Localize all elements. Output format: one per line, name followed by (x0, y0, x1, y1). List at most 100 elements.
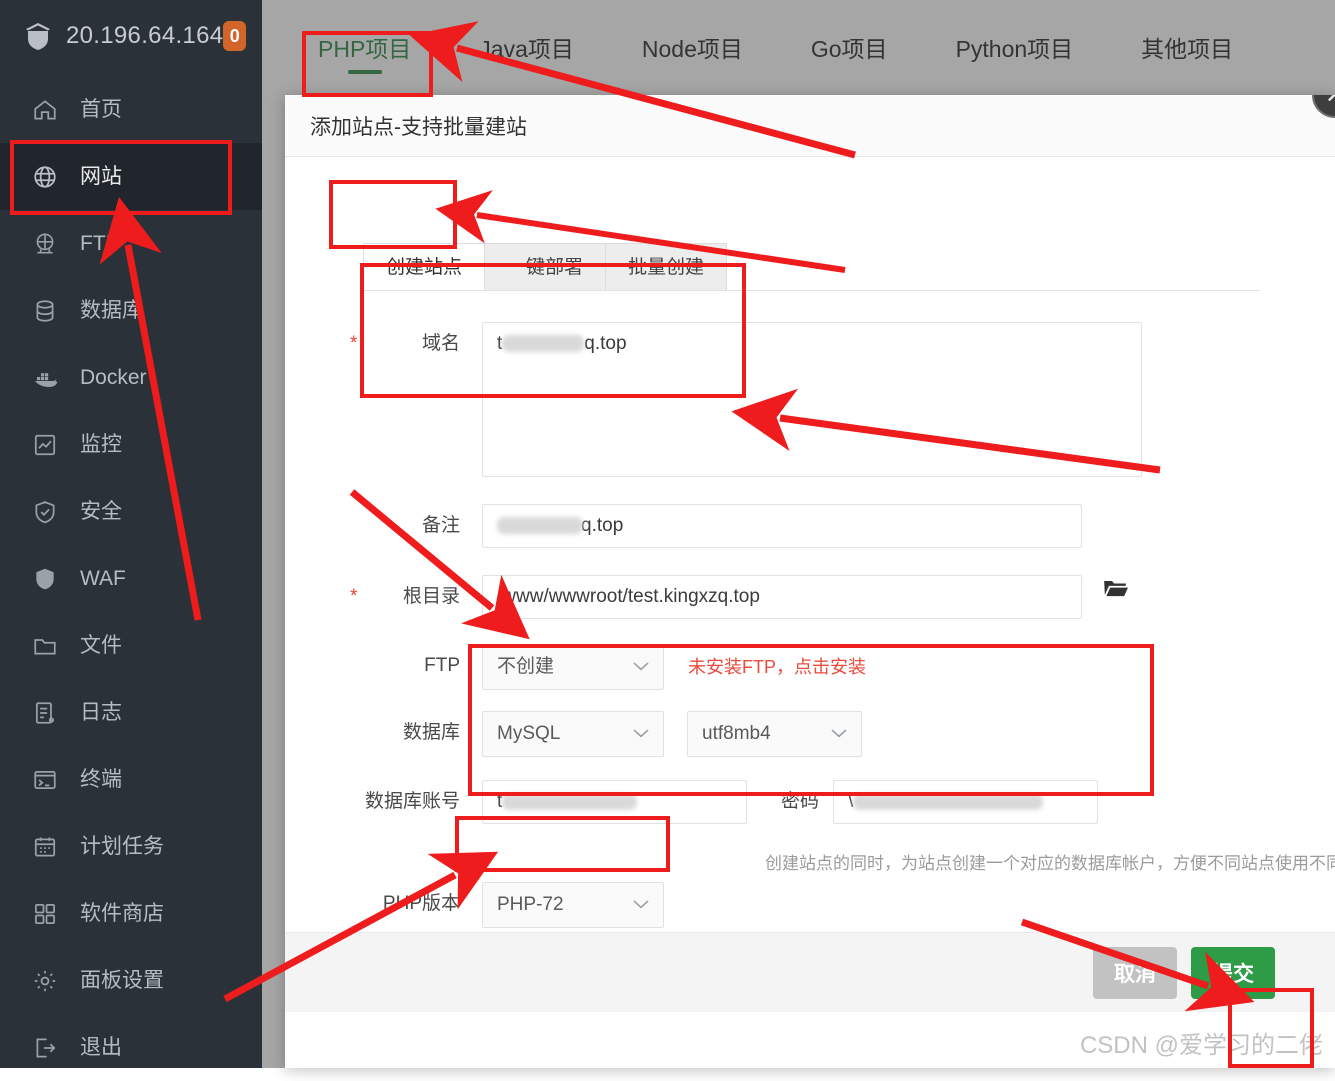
database-charset-select[interactable]: utf8mb4 (687, 711, 862, 757)
sidebar: 20.196.64.164 0 首页 网站 FTP 数据库 Docker 监控 … (0, 0, 262, 1068)
remark-input[interactable]: q.top (482, 504, 1082, 548)
chevron-down-icon (632, 883, 650, 927)
sidebar-item-ftp[interactable]: FTP (0, 210, 262, 277)
ftp-install-link[interactable]: 未安装FTP，点击安装 (688, 644, 866, 690)
chevron-down-icon (632, 645, 650, 689)
database-type-value: MySQL (497, 723, 561, 744)
php-version-value: PHP-72 (497, 894, 564, 915)
submit-button[interactable]: 提交 (1191, 946, 1275, 999)
root-dir-input[interactable]: /www/wwwroot/test.kingxzq.top (482, 575, 1082, 619)
sidebar-label: 日志 (80, 701, 122, 724)
php-version-label: PHP版本 (382, 893, 460, 914)
db-account-label: 数据库账号 (364, 791, 460, 812)
php-version-select[interactable]: PHP-72 (482, 882, 664, 928)
domain-input[interactable]: t q.top (482, 322, 1142, 477)
log-list-icon (30, 698, 60, 728)
sidebar-item-settings[interactable]: 面板设置 (0, 947, 262, 1014)
sidebar-item-files[interactable]: 文件 (0, 612, 262, 679)
tabs-divider (363, 290, 1260, 291)
add-site-dialog: ✕ 添加站点-支持批量建站 创建站点 一键部署 批量创建 域名 tq.top 备… (285, 95, 1335, 1068)
field-row-remark: 备注 q.top (362, 504, 1082, 548)
sidebar-label: 软件商店 (80, 902, 164, 925)
sidebar-item-appstore[interactable]: 软件商店 (0, 880, 262, 947)
domain-label: 域名 (350, 322, 482, 366)
field-row-ftp: FTP 不创建 未安装FTP，点击安装 (362, 644, 866, 690)
gear-icon (30, 966, 60, 996)
db-password-value-redacted (853, 793, 1044, 810)
sidebar-header: 20.196.64.164 0 (0, 0, 262, 72)
domain-value-suffix: q.top (584, 333, 627, 354)
sidebar-item-security[interactable]: 安全 (0, 478, 262, 545)
sidebar-item-terminal[interactable]: 终端 (0, 746, 262, 813)
terminal-icon (30, 765, 60, 795)
db-password-input[interactable]: \ (833, 780, 1098, 824)
sidebar-item-waf[interactable]: WAF (0, 545, 262, 612)
field-row-database: 数据库 MySQL utf8mb4 (362, 711, 862, 757)
cancel-button[interactable]: 取消 (1093, 946, 1177, 999)
ftp-label: FTP (424, 655, 460, 676)
sidebar-item-logout[interactable]: 退出 (0, 1014, 262, 1081)
globe-icon (30, 162, 60, 192)
home-icon (30, 95, 60, 125)
tab-batch-create[interactable]: 批量创建 (606, 243, 728, 291)
sidebar-label: FTP (80, 232, 120, 255)
sidebar-label: 网站 (80, 165, 122, 188)
remark-value-suffix: q.top (581, 515, 624, 536)
tab-create-site[interactable]: 创建站点 (363, 243, 486, 291)
sidebar-item-database[interactable]: 数据库 (0, 277, 262, 344)
domain-value-redacted (502, 335, 585, 353)
db-password-label: 密码 (780, 791, 819, 812)
sidebar-item-docker[interactable]: Docker (0, 344, 262, 411)
chevron-down-icon (632, 712, 650, 756)
monitor-chart-icon (30, 430, 60, 460)
docker-icon (30, 363, 60, 393)
notification-badge[interactable]: 0 (223, 21, 246, 51)
dialog-body: 创建站点 一键部署 批量创建 域名 tq.top 备注 q.top 根目录 /w… (285, 157, 1335, 1012)
chevron-down-icon (830, 712, 848, 756)
sidebar-item-website[interactable]: 网站 (0, 143, 262, 210)
ftp-select[interactable]: 不创建 (482, 644, 664, 690)
shield-gate-icon (22, 21, 54, 51)
folder-open-icon[interactable] (1100, 575, 1130, 619)
db-account-note: 创建站点的同时，为站点创建一个对应的数据库帐户，方便不同站点使用不同数据库。 (765, 854, 1335, 873)
sidebar-label: 监控 (80, 433, 122, 456)
shield-check-icon (30, 497, 60, 527)
remark-label: 备注 (421, 515, 460, 536)
field-row-root-dir: 根目录 /www/wwwroot/test.kingxzq.top (350, 575, 1130, 619)
database-charset-value: utf8mb4 (702, 723, 771, 744)
dialog-header: 添加站点-支持批量建站 (285, 95, 1335, 157)
db-account-input[interactable]: t (482, 780, 747, 824)
database-label: 数据库 (402, 722, 460, 743)
grid-apps-icon (30, 899, 60, 929)
dialog-footer: 取消 提交 (285, 932, 1335, 1012)
calendar-icon (30, 832, 60, 862)
sidebar-label: 计划任务 (80, 835, 164, 858)
sidebar-label: 首页 (80, 98, 122, 121)
sidebar-label: 退出 (80, 1036, 122, 1059)
folder-icon (30, 631, 60, 661)
logout-icon (30, 1033, 60, 1063)
sidebar-item-cron[interactable]: 计划任务 (0, 813, 262, 880)
sidebar-label: 终端 (80, 768, 122, 791)
sidebar-label: 安全 (80, 500, 122, 523)
sidebar-item-home[interactable]: 首页 (0, 76, 262, 143)
sidebar-label: 文件 (80, 634, 122, 657)
server-ip: 20.196.64.164 (66, 22, 224, 49)
ftp-globe-icon (30, 229, 60, 259)
database-type-select[interactable]: MySQL (482, 711, 664, 757)
dialog-mode-tabs: 创建站点 一键部署 批量创建 (363, 243, 728, 291)
root-dir-label: 根目录 (350, 575, 482, 619)
field-row-domain: 域名 tq.top (350, 322, 1142, 477)
field-row-php-version: PHP版本 PHP-72 (347, 882, 664, 928)
dialog-title: 添加站点-支持批量建站 (310, 115, 527, 139)
database-icon (30, 296, 60, 326)
sidebar-nav: 首页 网站 FTP 数据库 Docker 监控 安全 WAF 文件 日志 终端 … (0, 72, 262, 1081)
sidebar-label: Docker (80, 366, 147, 389)
db-account-value-redacted (502, 793, 638, 810)
tab-one-click-deploy[interactable]: 一键部署 (485, 243, 607, 291)
sidebar-item-monitor[interactable]: 监控 (0, 411, 262, 478)
remark-value-redacted (497, 517, 583, 535)
shield-solid-icon (30, 564, 60, 594)
sidebar-item-logs[interactable]: 日志 (0, 679, 262, 746)
field-row-db-account: 数据库账号 t 密码 \ (327, 780, 1098, 824)
